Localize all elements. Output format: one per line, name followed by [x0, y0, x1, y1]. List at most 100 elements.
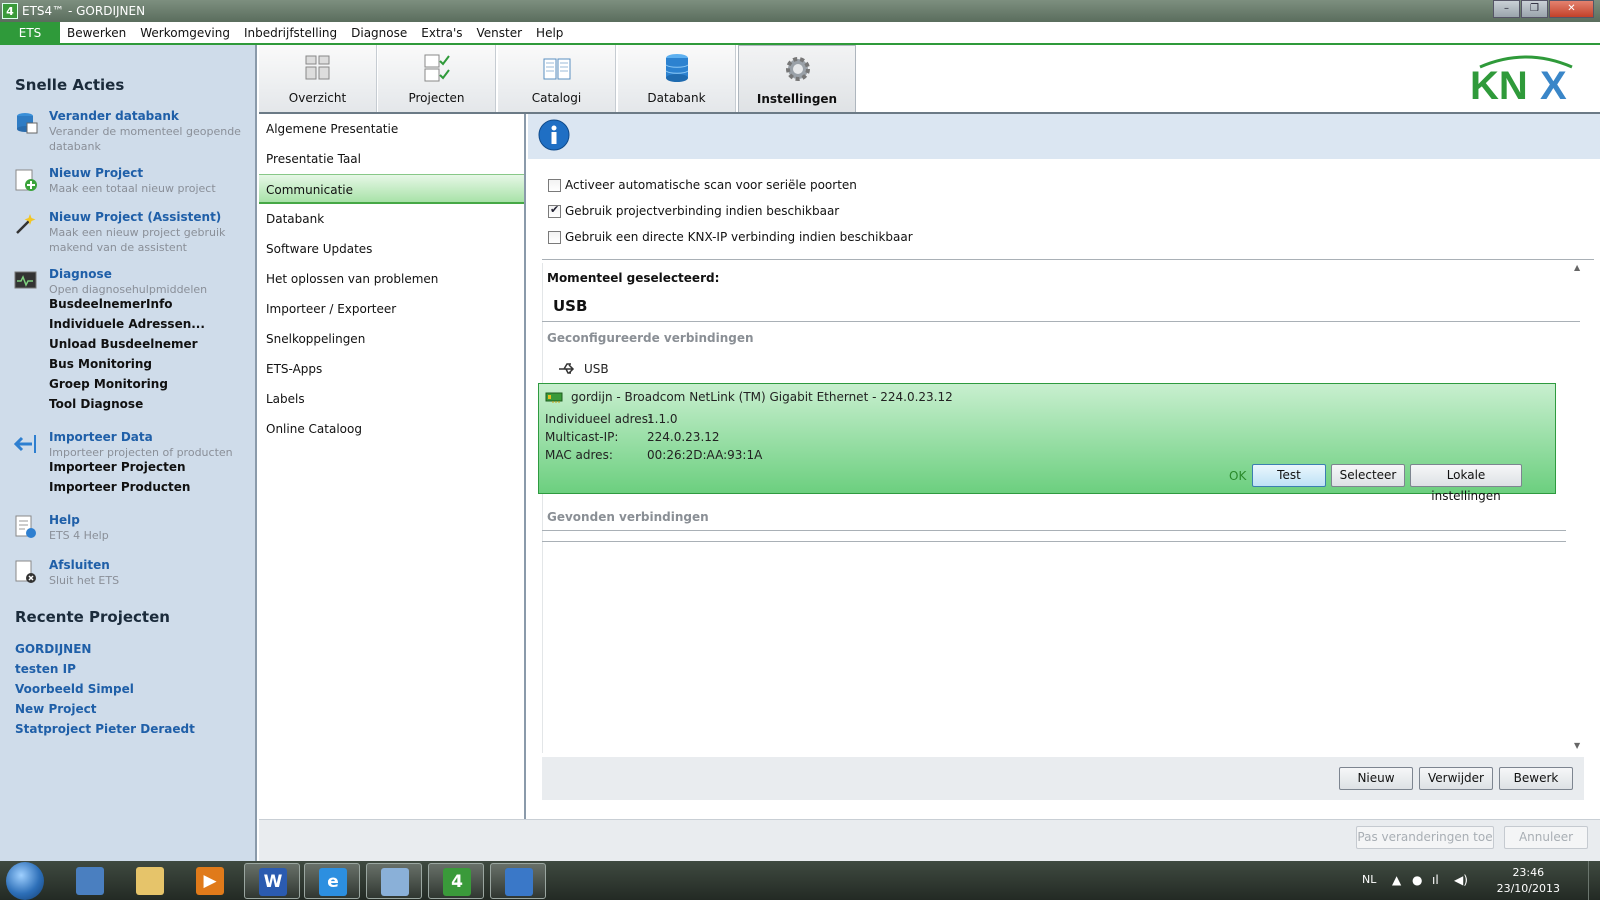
import-products[interactable]: Importeer Producten — [49, 480, 190, 494]
action-import-data[interactable]: Importeer Data Importeer projecten of pr… — [14, 430, 254, 459]
serial-scan-checkbox[interactable] — [548, 179, 561, 192]
taskbar-app-paint[interactable] — [366, 863, 422, 899]
nav-databank[interactable]: Databank — [259, 204, 524, 234]
select-button[interactable]: Selecteer — [1331, 464, 1405, 487]
current-selection-value: USB — [553, 297, 588, 315]
show-hidden-icons[interactable]: ▲ — [1392, 873, 1401, 887]
nav-algemene-presentatie[interactable]: Algemene Presentatie — [259, 114, 524, 144]
clock[interactable]: 23:46 23/10/2013 — [1497, 865, 1560, 897]
menu-werkomgeving[interactable]: Werkomgeving — [133, 22, 237, 45]
notification-icon[interactable]: ● — [1412, 873, 1422, 887]
action-exit[interactable]: Afsluiten Sluit het ETS — [14, 558, 254, 587]
diagnose-busdeelnemerinfo[interactable]: BusdeelnemerInfo — [49, 297, 173, 311]
nav-shortcuts[interactable]: Snelkoppelingen — [259, 324, 524, 354]
signal-icon[interactable]: ıl — [1432, 873, 1439, 887]
taskbar-app-ets4[interactable]: 4 — [428, 863, 484, 899]
scroll-down-icon[interactable]: ▼ — [1574, 741, 1580, 750]
test-button[interactable]: Test — [1252, 464, 1326, 487]
clock-date: 23/10/2013 — [1496, 882, 1560, 895]
delete-connection-button[interactable]: Verwijder — [1419, 767, 1493, 790]
local-settings-button[interactable]: Lokale instellingen — [1410, 464, 1522, 503]
action-desc: ETS 4 Help — [49, 529, 109, 542]
tools-icon — [76, 867, 104, 895]
nav-ets-apps[interactable]: ETS-Apps — [259, 354, 524, 384]
action-change-database[interactable]: Verander databank Verander de momenteel … — [14, 109, 254, 153]
nav-online-catalog[interactable]: Online Cataloog — [259, 414, 524, 444]
menu-bewerken[interactable]: Bewerken — [60, 22, 133, 45]
diagnose-unload-device[interactable]: Unload Busdeelnemer — [49, 337, 198, 351]
recent-project-item[interactable]: Voorbeeld Simpel — [15, 682, 134, 696]
volume-icon[interactable]: ◀) — [1454, 873, 1468, 887]
menu-ets[interactable]: ETS — [0, 22, 60, 45]
scroll-up-icon[interactable]: ▲ — [1574, 263, 1580, 272]
nav-import-export[interactable]: Importeer / Exporteer — [259, 294, 524, 324]
taskbar-app-media[interactable]: ▶ — [182, 863, 238, 899]
tab-label: Databank — [647, 91, 706, 105]
divider — [542, 321, 1580, 322]
nav-labels[interactable]: Labels — [259, 384, 524, 414]
tab-catalogi[interactable]: Catalogi — [498, 45, 616, 112]
tab-overzicht[interactable]: Overzicht — [259, 45, 377, 112]
edit-connection-button[interactable]: Bewerk — [1499, 767, 1573, 790]
new-connection-button[interactable]: Nieuw — [1339, 767, 1413, 790]
project-connection-checkbox[interactable] — [548, 203, 561, 218]
action-title: Importeer Data — [49, 430, 153, 444]
cancel-button[interactable]: Annuleer — [1504, 826, 1588, 849]
nav-communicatie[interactable]: Communicatie — [259, 174, 524, 204]
recent-project-item[interactable]: New Project — [15, 702, 97, 716]
apply-changes-button[interactable]: Pas veranderingen toe — [1356, 826, 1494, 849]
diagnose-group-monitoring[interactable]: Groep Monitoring — [49, 377, 168, 391]
tab-projecten[interactable]: Projecten — [378, 45, 496, 112]
found-connections-title: Gevonden verbindingen — [547, 510, 709, 524]
nav-presentatie-taal[interactable]: Presentatie Taal — [259, 144, 524, 174]
restore-button[interactable]: ❐ — [1521, 0, 1548, 18]
option-label: Gebruik een directe KNX-IP verbinding in… — [565, 230, 913, 244]
action-desc: Maak een nieuw project gebruik makend va… — [49, 226, 226, 254]
gear-icon — [786, 57, 810, 81]
overview-icon — [305, 55, 330, 80]
taskbar-app-ie[interactable]: e — [304, 863, 360, 899]
language-indicator[interactable]: NL — [1362, 873, 1376, 886]
menu-diagnose[interactable]: Diagnose — [344, 22, 414, 45]
ribbon-toolbar: Overzicht Projecten Catalogi Databank In… — [259, 45, 1600, 114]
nav-troubleshooting[interactable]: Het oplossen van problemen — [259, 264, 524, 294]
action-new-project[interactable]: Nieuw Project Maak een totaal nieuw proj… — [14, 166, 254, 196]
menu-venster[interactable]: Venster — [470, 22, 530, 45]
close-button[interactable]: ✕ — [1549, 0, 1594, 18]
recent-project-item[interactable]: testen IP — [15, 662, 76, 676]
settings-nav: Algemene Presentatie Presentatie Taal Co… — [259, 114, 526, 819]
direct-knx-ip-checkbox[interactable] — [548, 231, 561, 244]
menu-help[interactable]: Help — [529, 22, 570, 45]
minimize-button[interactable]: – — [1493, 0, 1520, 18]
taskbar-app-tools[interactable] — [62, 863, 118, 899]
help-icon — [15, 515, 36, 538]
usb-icon — [559, 363, 575, 374]
diagnose-bus-monitoring[interactable]: Bus Monitoring — [49, 357, 152, 371]
database-icon — [17, 113, 38, 134]
clock-time: 23:46 — [1512, 866, 1545, 879]
recent-project-item[interactable]: Statproject Pieter Deraedt — [15, 722, 195, 736]
recent-projects-title: Recente Projecten — [15, 608, 170, 626]
diagnose-icon — [14, 271, 37, 289]
menu-inbedrijfstelling[interactable]: Inbedrijfstelling — [237, 22, 344, 45]
connection-card[interactable]: gordijn - Broadcom NetLink (TM) Gigabit … — [538, 383, 1556, 503]
taskbar-app-explorer[interactable] — [122, 863, 178, 899]
action-help[interactable]: Help ETS 4 Help — [14, 513, 254, 542]
action-diagnose[interactable]: Diagnose Open diagnosehulpmiddelen — [14, 267, 254, 296]
nav-software-updates[interactable]: Software Updates — [259, 234, 524, 264]
action-new-project-wizard[interactable]: Nieuw Project (Assistent) Maak een nieuw… — [14, 210, 254, 254]
diagnose-tool[interactable]: Tool Diagnose — [49, 397, 143, 411]
start-button[interactable] — [6, 862, 44, 900]
menu-extras[interactable]: Extra's — [414, 22, 469, 45]
show-desktop-button[interactable] — [1588, 861, 1600, 900]
diagnose-individual-addresses[interactable]: Individuele Adressen... — [49, 317, 205, 331]
taskbar-app-network[interactable] — [490, 863, 546, 899]
tab-databank[interactable]: Databank — [618, 45, 736, 112]
configured-connections-title: Geconfigureerde verbindingen — [547, 331, 754, 345]
action-title: Diagnose — [49, 267, 112, 281]
tab-instellingen[interactable]: Instellingen — [738, 45, 856, 112]
recent-project-item[interactable]: GORDIJNEN — [15, 642, 91, 656]
info-icon — [538, 119, 570, 151]
taskbar-app-word[interactable]: W — [244, 863, 300, 899]
import-projects[interactable]: Importeer Projecten — [49, 460, 186, 474]
